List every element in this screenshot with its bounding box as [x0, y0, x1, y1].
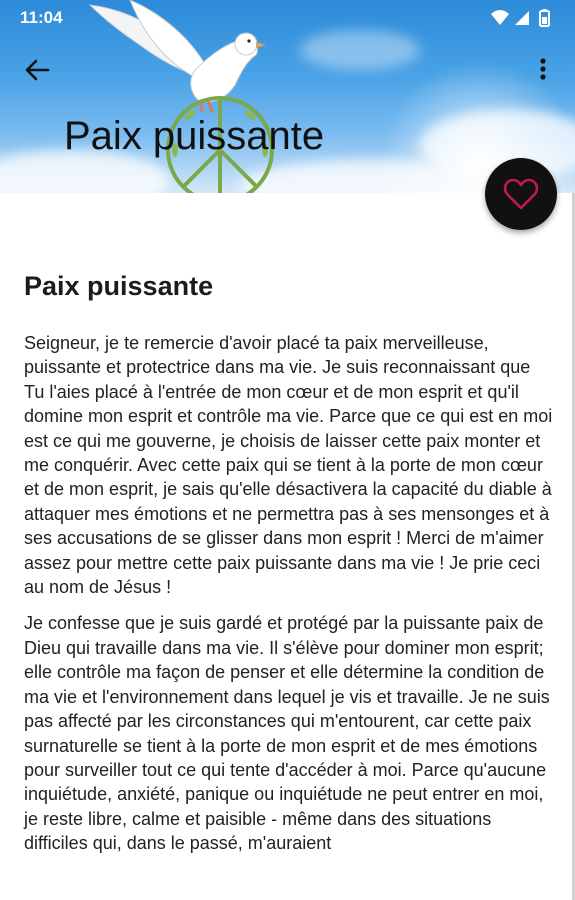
favorite-button[interactable]	[485, 158, 557, 230]
overflow-menu-button[interactable]	[525, 52, 561, 88]
toolbar-title: Paix puissante	[64, 114, 325, 158]
cellular-signal-icon	[515, 11, 529, 25]
header-image: 11:04 Paix puissante	[0, 0, 575, 193]
article-body: Seigneur, je te remercie d'avoir placé t…	[24, 331, 554, 868]
status-bar: 11:04	[0, 0, 575, 34]
back-button[interactable]	[18, 52, 58, 88]
article-paragraph: Seigneur, je te remercie d'avoir placé t…	[24, 333, 553, 598]
status-icons	[491, 9, 550, 27]
arrow-back-icon	[25, 59, 50, 81]
article-paragraph: Je confesse que je suis gardé et protégé…	[24, 613, 550, 854]
app-screen: 11:04 Paix puissante Paix puissante Seig…	[0, 0, 575, 900]
status-time: 11:04	[20, 8, 63, 27]
more-vert-icon	[540, 58, 546, 80]
cloud-decoration	[300, 30, 420, 70]
article-title: Paix puissante	[24, 271, 214, 301]
battery-icon	[539, 9, 550, 27]
article-content[interactable]: Paix puissante Seigneur, je te remercie …	[0, 193, 575, 900]
heart-outline-icon	[503, 178, 539, 210]
wifi-icon	[491, 10, 509, 25]
